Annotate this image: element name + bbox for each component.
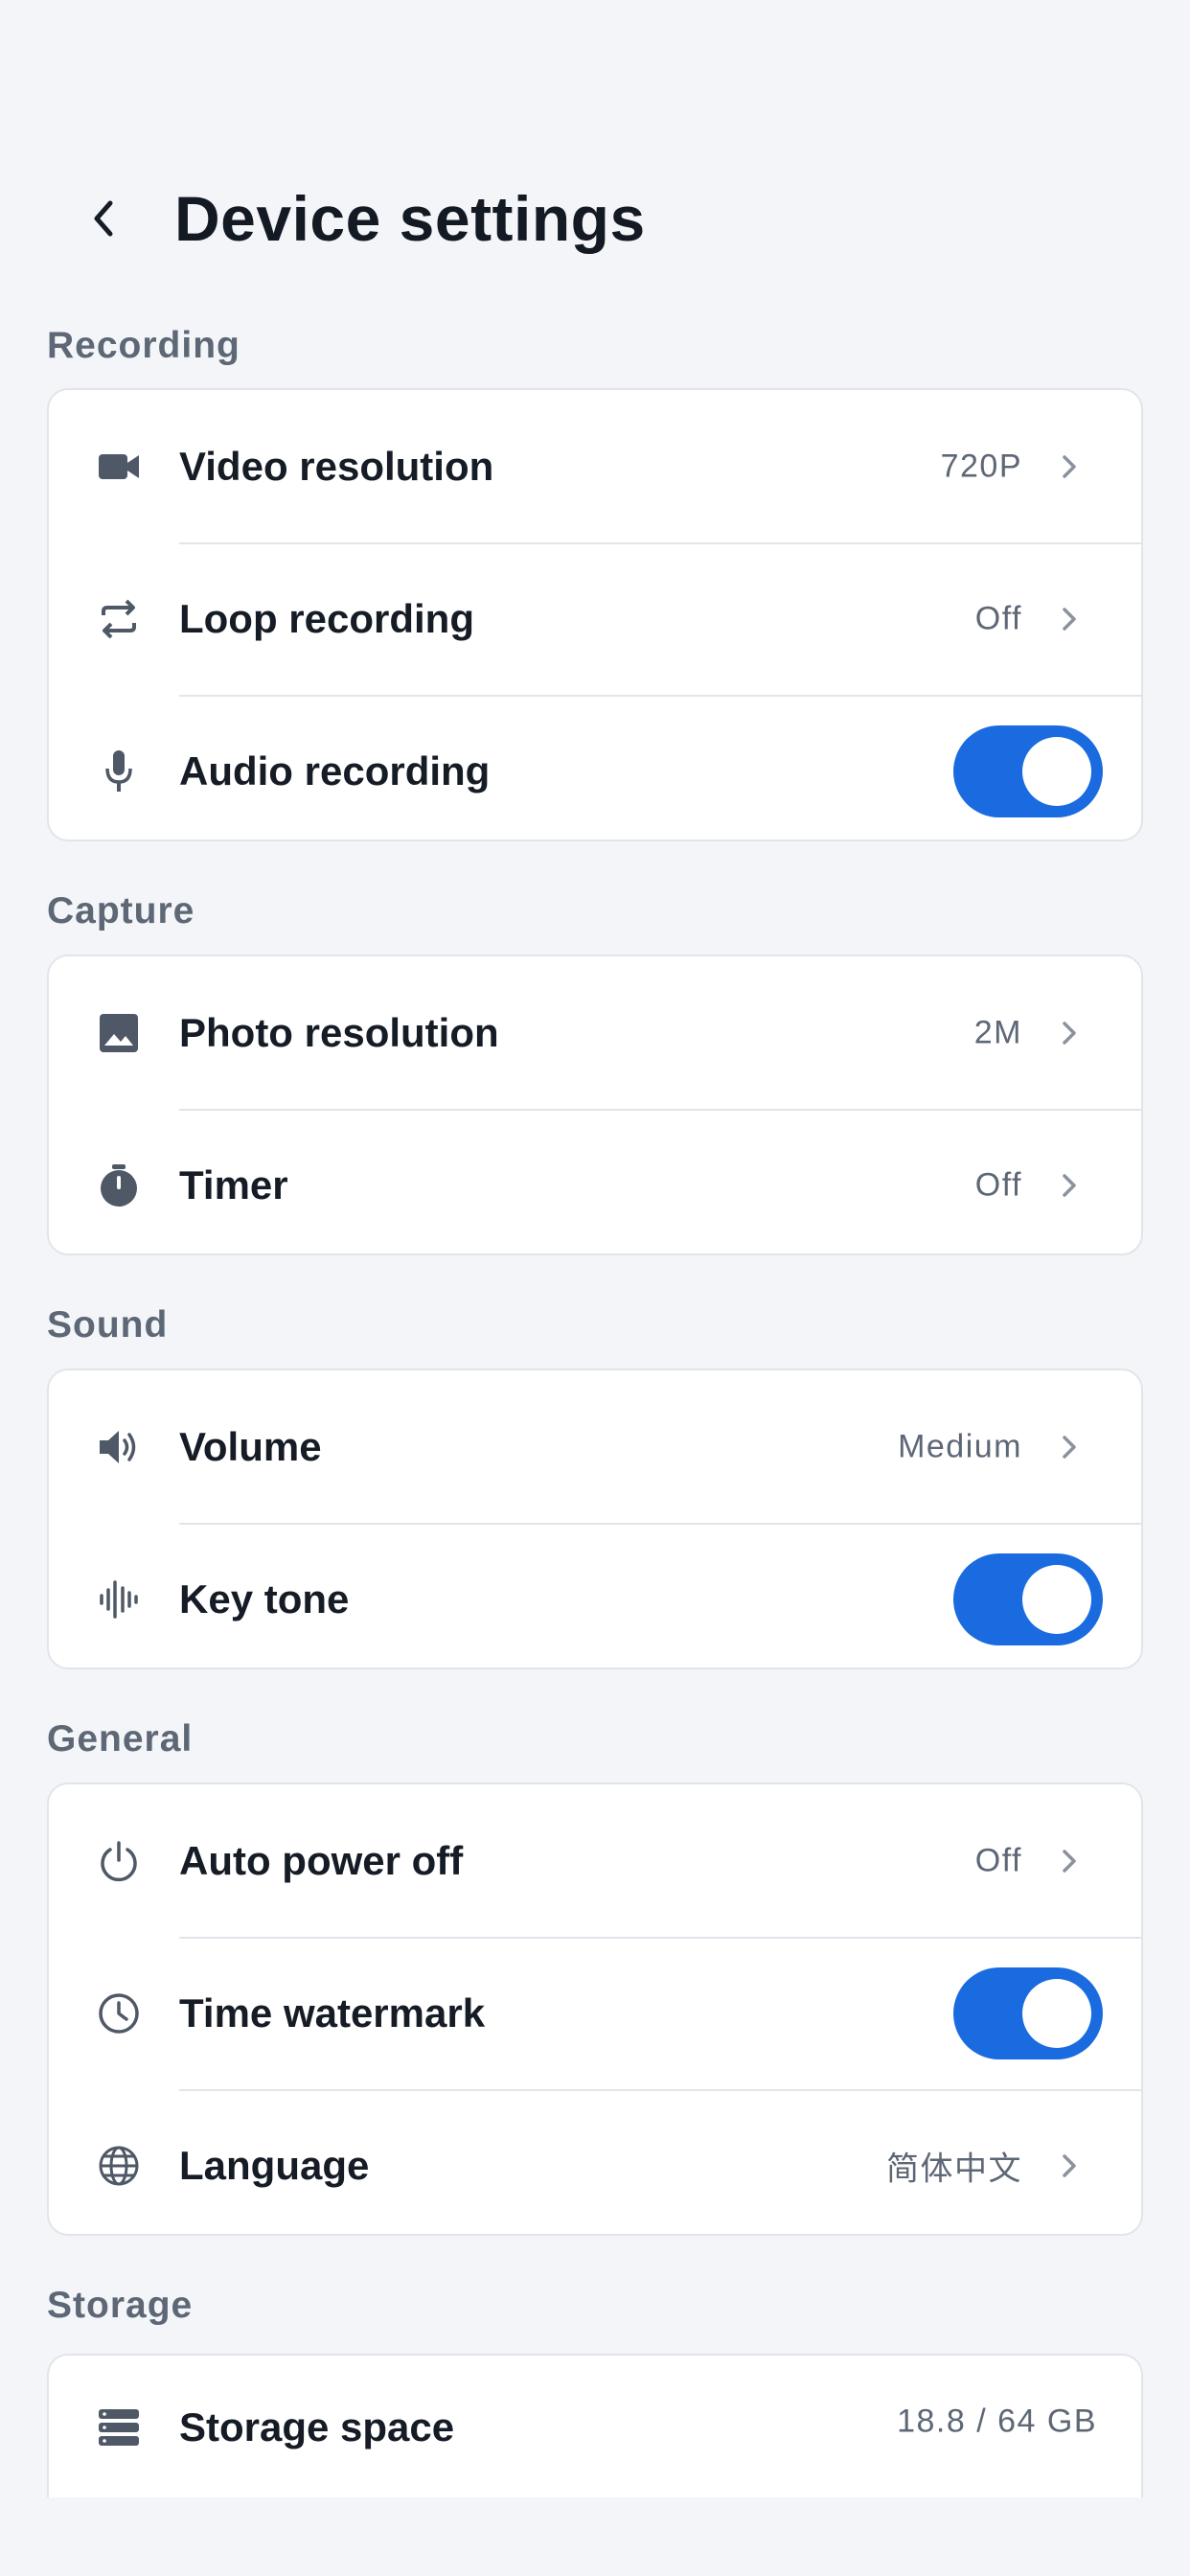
timer-icon xyxy=(97,1163,141,1208)
header: Device settings xyxy=(0,163,1190,278)
video-camera-icon xyxy=(97,445,141,489)
setting-value: Off xyxy=(974,1842,1022,1878)
audio-recording-toggle[interactable] xyxy=(953,724,1103,817)
setting-volume[interactable]: Volume Medium xyxy=(49,1370,1141,1523)
chevron-right-icon xyxy=(1055,1433,1084,1461)
chevron-right-icon xyxy=(1055,452,1084,481)
setting-label: Video resolution xyxy=(179,443,494,489)
setting-value: 简体中文 xyxy=(886,2150,1022,2188)
toggle-knob xyxy=(1022,1564,1091,1634)
setting-label: Time watermark xyxy=(179,1990,486,2036)
setting-label: Audio recording xyxy=(179,748,491,794)
power-icon xyxy=(97,1839,141,1883)
chevron-right-icon xyxy=(1055,2151,1084,2180)
setting-time-watermark: Time watermark xyxy=(49,1937,1141,2089)
card-sound: Volume Medium Key tone xyxy=(47,1368,1143,1669)
setting-label: Auto power off xyxy=(179,1837,464,1883)
setting-value: 18.8 / 64 GB xyxy=(897,2403,1097,2440)
speaker-icon xyxy=(97,1425,141,1469)
chevron-right-icon xyxy=(1055,605,1084,633)
setting-value: Off xyxy=(974,1166,1022,1203)
section-label-sound: Sound xyxy=(47,1304,169,1346)
section-label-recording: Recording xyxy=(47,325,240,366)
page-title: Device settings xyxy=(174,183,646,254)
card-storage: Storage space 18.8 / 64 GB xyxy=(47,2354,1143,2497)
waveform-icon xyxy=(97,1577,141,1622)
setting-label: Key tone xyxy=(179,1576,350,1622)
clock-icon xyxy=(97,1991,141,2036)
setting-label: Volume xyxy=(179,1423,322,1469)
chevron-right-icon xyxy=(1055,1171,1084,1200)
setting-loop-recording[interactable]: Loop recording Off xyxy=(49,542,1141,695)
section-label-general: General xyxy=(47,1718,194,1760)
setting-value: 2M xyxy=(973,1014,1022,1050)
setting-storage-space[interactable]: Storage space 18.8 / 64 GB xyxy=(49,2356,1141,2497)
chevron-right-icon xyxy=(1055,1847,1084,1875)
key-tone-toggle[interactable] xyxy=(953,1552,1103,1645)
card-recording: Video resolution 720P Loop recording Off… xyxy=(47,388,1143,841)
setting-timer[interactable]: Timer Off xyxy=(49,1109,1141,1254)
setting-video-resolution[interactable]: Video resolution 720P xyxy=(49,390,1141,542)
back-button[interactable] xyxy=(75,190,132,247)
toggle-knob xyxy=(1022,736,1091,806)
setting-auto-power-off[interactable]: Auto power off Off xyxy=(49,1784,1141,1937)
setting-language[interactable]: Language 简体中文 xyxy=(49,2089,1141,2234)
storage-icon xyxy=(97,2405,141,2450)
chevron-left-icon xyxy=(94,200,113,237)
setting-photo-resolution[interactable]: Photo resolution 2M xyxy=(49,956,1141,1109)
time-watermark-toggle[interactable] xyxy=(953,1966,1103,2059)
setting-audio-recording: Audio recording xyxy=(49,695,1141,840)
setting-label: Photo resolution xyxy=(179,1009,499,1055)
setting-label: Timer xyxy=(179,1162,288,1208)
loop-icon xyxy=(97,597,141,641)
setting-key-tone: Key tone xyxy=(49,1523,1141,1668)
image-icon xyxy=(97,1011,141,1055)
setting-value: Medium xyxy=(898,1428,1022,1464)
card-capture: Photo resolution 2M Timer Off xyxy=(47,954,1143,1255)
setting-label: Storage space xyxy=(179,2404,455,2450)
section-label-storage: Storage xyxy=(47,2285,194,2326)
card-general: Auto power off Off Time watermark Langua… xyxy=(47,1782,1143,2236)
microphone-icon xyxy=(97,749,141,794)
globe-icon xyxy=(97,2144,141,2188)
section-label-capture: Capture xyxy=(47,890,195,932)
setting-label: Loop recording xyxy=(179,595,474,641)
setting-label: Language xyxy=(179,2142,370,2188)
toggle-knob xyxy=(1022,1978,1091,2048)
setting-value: 720P xyxy=(940,448,1022,484)
chevron-right-icon xyxy=(1055,1019,1084,1047)
setting-value: Off xyxy=(974,600,1022,636)
